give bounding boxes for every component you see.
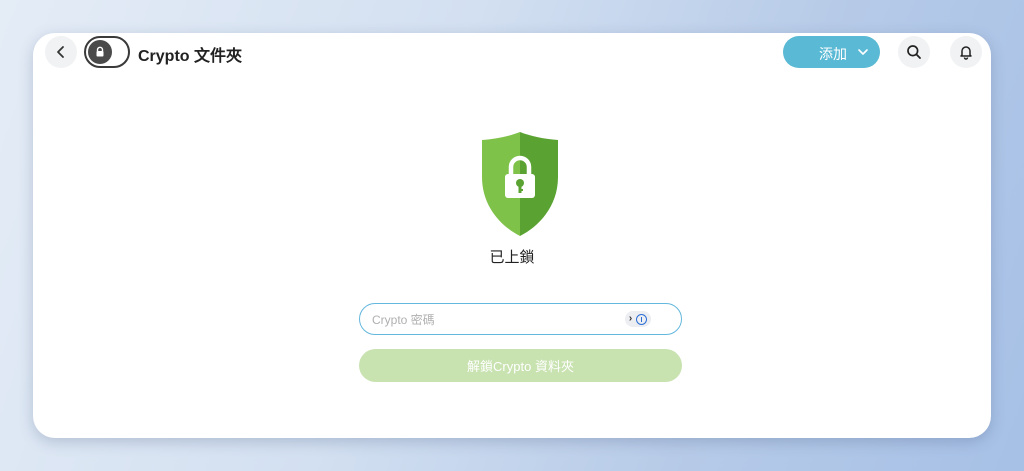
lock-knob — [88, 40, 112, 64]
password-input[interactable] — [372, 311, 622, 329]
lock-icon — [96, 46, 104, 57]
page-title: Crypto 文件夾 — [138, 48, 243, 65]
add-button[interactable]: 添加 — [783, 36, 880, 68]
chevron-left-icon — [57, 46, 64, 58]
bell-icon — [960, 46, 972, 60]
notifications-button[interactable] — [950, 36, 982, 68]
info-icon — [636, 313, 648, 325]
shield-lock-icon — [482, 132, 558, 236]
chevron-down-icon[interactable] — [857, 47, 869, 57]
search-icon — [907, 45, 921, 59]
unlock-folder-button[interactable]: 解鎖Crypto 資料夾 — [359, 349, 682, 382]
lock-toggle[interactable] — [84, 36, 130, 68]
password-manager-icon[interactable]: › — [625, 311, 651, 327]
back-button[interactable] — [45, 36, 77, 68]
add-button-label: 添加 — [819, 46, 847, 62]
password-field[interactable]: › — [359, 303, 682, 335]
crypto-folder-window: Crypto 文件夾 添加 已上鎖 › 解鎖Crypto 資料夾 — [33, 33, 991, 438]
search-button[interactable] — [898, 36, 930, 68]
arrow-icon: › — [628, 313, 633, 324]
lock-status-text: 已上鎖 — [489, 249, 535, 266]
